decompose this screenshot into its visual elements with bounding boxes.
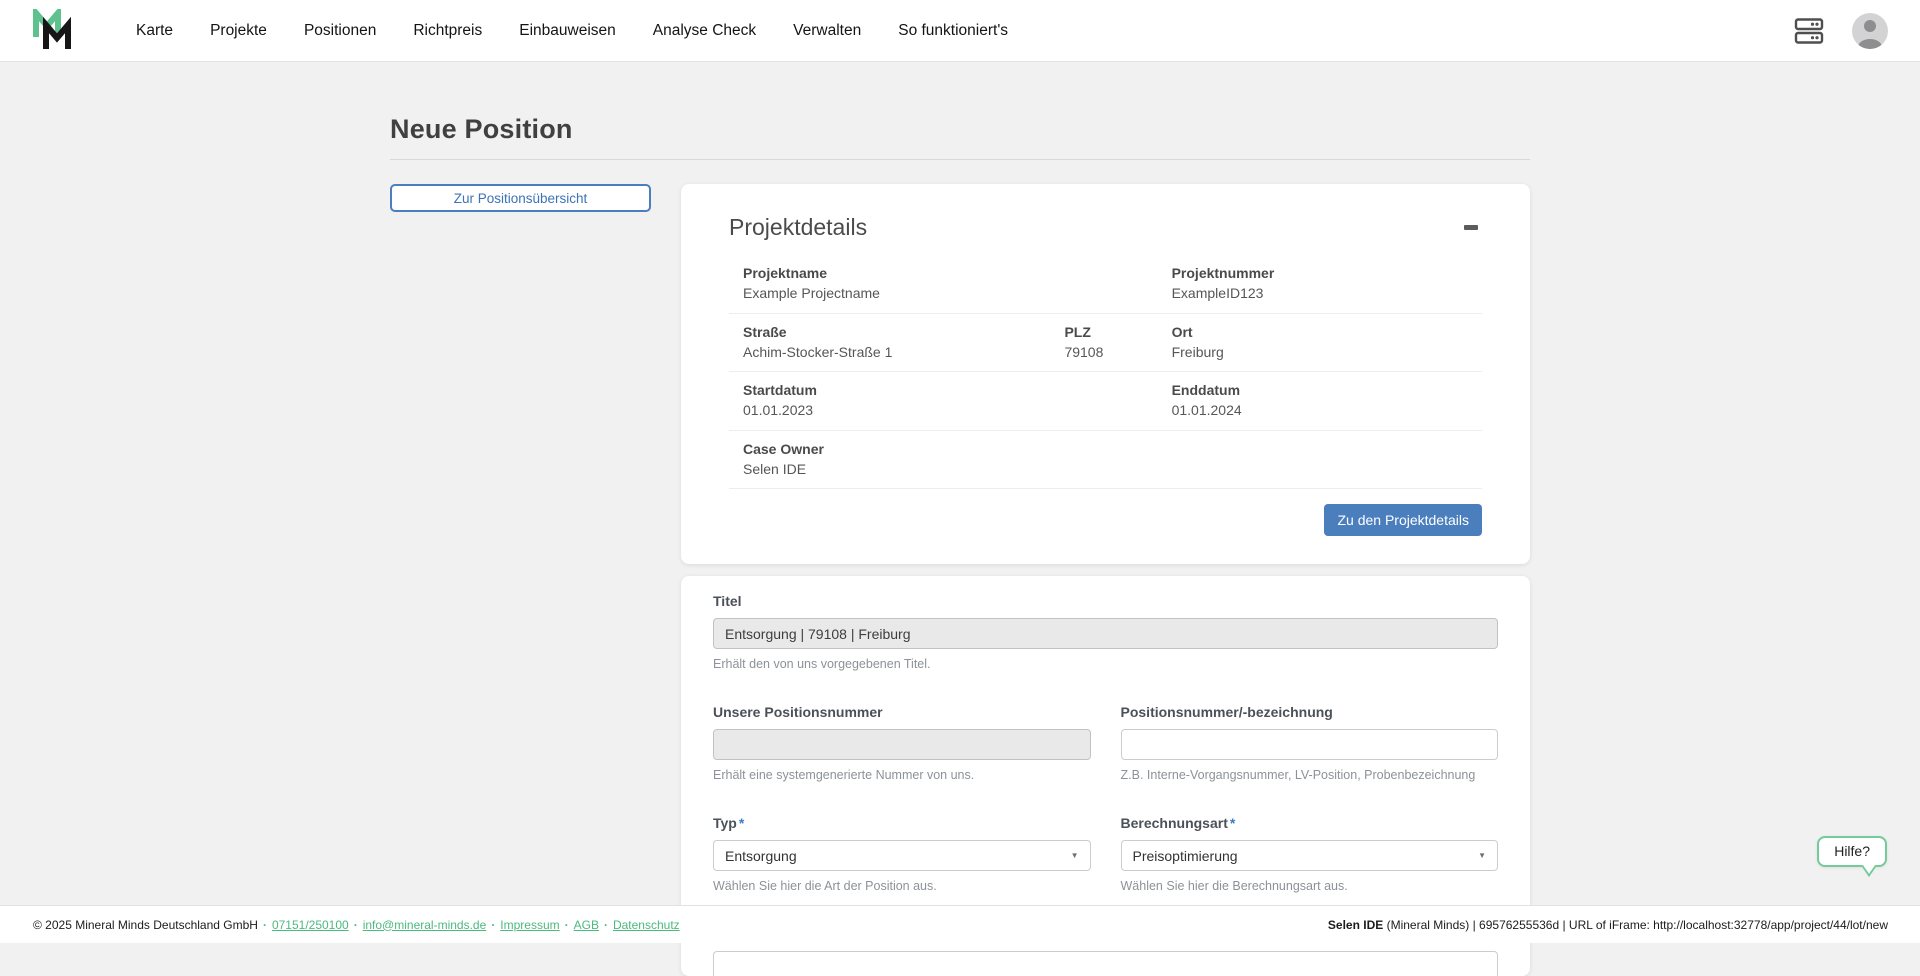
help-button[interactable]: Hilfe?: [1817, 836, 1887, 867]
avatar-body-icon: [1858, 39, 1882, 49]
berechnungsart-required-mark: *: [1230, 815, 1235, 831]
case-owner-label: Case Owner: [743, 439, 1064, 459]
main-area: Neue Position Zur Positionsübersicht Pro…: [0, 62, 1920, 943]
enddatum-label: Enddatum: [1172, 380, 1482, 400]
session-details: (Mineral Minds) | 69576255536d | URL of …: [1383, 918, 1888, 932]
enddatum-value: 01.01.2024: [1172, 400, 1482, 420]
plz-value: 79108: [1064, 342, 1171, 362]
typ-label-text: Typ: [713, 815, 737, 831]
collapse-card-button[interactable]: [1460, 220, 1482, 236]
strasse-value: Achim-Stocker-Straße 1: [743, 342, 1064, 362]
server-icon[interactable]: [1794, 16, 1824, 46]
avatar-head-icon: [1864, 20, 1876, 32]
typ-required-mark: *: [739, 815, 744, 831]
nav-item-verwalten[interactable]: Verwalten: [793, 22, 861, 40]
position-number-input[interactable]: [1121, 729, 1499, 760]
nav-item-analyse-check[interactable]: Analyse Check: [653, 22, 756, 40]
startdatum-value: 01.01.2023: [743, 400, 1064, 420]
agb-link[interactable]: AGB: [574, 918, 599, 932]
typ-label: Typ*: [713, 815, 1091, 831]
footer-separator: ·: [263, 918, 267, 932]
nav-item-richtpreis[interactable]: Richtpreis: [413, 22, 482, 40]
startdatum-label: Startdatum: [743, 380, 1064, 400]
berechnungsart-select-value: Preisoptimierung: [1133, 848, 1238, 864]
titel-group: Titel Erhält den von uns vorgegebenen Ti…: [713, 593, 1498, 671]
project-row-dates: Startdatum 01.01.2023 Enddatum 01.01.202…: [729, 372, 1482, 431]
page-title: Neue Position: [390, 114, 1530, 145]
case-owner-value: Selen IDE: [743, 459, 1064, 479]
nav-item-karte[interactable]: Karte: [136, 22, 173, 40]
typ-group: Typ* Entsorgung ▼ Wählen Sie hier die Ar…: [713, 815, 1091, 893]
ort-value: Freiburg: [1172, 342, 1482, 362]
ort-label: Ort: [1172, 322, 1482, 342]
page-footer: © 2025 Mineral Minds Deutschland GmbH · …: [0, 905, 1920, 943]
chevron-down-icon: ▼: [1478, 851, 1486, 860]
titel-input: [713, 618, 1498, 649]
position-number-helper-text: Z.B. Interne-Vorgangsnummer, LV-Position…: [1121, 768, 1499, 782]
top-navbar: Karte Projekte Positionen Richtpreis Ein…: [0, 0, 1920, 62]
footer-separator: ·: [565, 918, 569, 932]
projektname-value: Example Projectname: [743, 283, 1064, 303]
minus-icon: [1464, 225, 1478, 230]
berechnungsart-helper-text: Wählen Sie hier die Berechnungsart aus.: [1121, 879, 1499, 893]
main-menu: Karte Projekte Positionen Richtpreis Ein…: [136, 22, 1794, 40]
datenschutz-link[interactable]: Datenschutz: [613, 918, 680, 932]
our-position-number-group: Unsere Positionsnummer Erhält eine syste…: [713, 704, 1091, 782]
nav-item-einbauweisen[interactable]: Einbauweisen: [519, 22, 616, 40]
project-row-address: Straße Achim-Stocker-Straße 1 PLZ 79108 …: [729, 314, 1482, 373]
mineral-minds-logo-icon[interactable]: [32, 9, 78, 53]
help-button-label: Hilfe?: [1834, 843, 1870, 859]
project-details-card: Projektdetails Projektname Example Proje…: [681, 184, 1530, 564]
navbar-right-actions: [1794, 13, 1888, 49]
our-position-number-input: [713, 729, 1091, 760]
case-manager-input[interactable]: [713, 951, 1498, 976]
phone-link[interactable]: 07151/250100: [272, 918, 349, 932]
project-card-title: Projektdetails: [729, 214, 867, 241]
strasse-label: Straße: [743, 322, 1064, 342]
titel-helper-text: Erhält den von uns vorgegebenen Titel.: [713, 657, 1498, 671]
session-info: Selen IDE (Mineral Minds) | 69576255536d…: [1328, 918, 1888, 932]
footer-separator: ·: [604, 918, 608, 932]
plz-label: PLZ: [1064, 322, 1171, 342]
typ-select-value: Entsorgung: [725, 848, 797, 864]
nav-item-so-funktionierts[interactable]: So funktioniert's: [898, 22, 1008, 40]
project-row-case-owner: Case Owner Selen IDE: [729, 431, 1482, 490]
position-number-label: Positionsnummer/-bezeichnung: [1121, 704, 1499, 720]
impressum-link[interactable]: Impressum: [500, 918, 559, 932]
typ-helper-text: Wählen Sie hier die Art der Position aus…: [713, 879, 1091, 893]
projektnummer-value: ExampleID123: [1172, 283, 1482, 303]
title-divider: [390, 159, 1530, 160]
typ-select[interactable]: Entsorgung ▼: [713, 840, 1091, 871]
chevron-down-icon: ▼: [1071, 851, 1079, 860]
projektname-label: Projektname: [743, 263, 1064, 283]
project-row-name-number: Projektname Example Projectname Projektn…: [729, 255, 1482, 314]
copyright-text: © 2025 Mineral Minds Deutschland GmbH: [33, 918, 258, 932]
position-number-group: Positionsnummer/-bezeichnung Z.B. Intern…: [1121, 704, 1499, 782]
email-link[interactable]: info@mineral-minds.de: [363, 918, 487, 932]
back-to-positions-button[interactable]: Zur Positionsübersicht: [390, 184, 651, 212]
titel-label: Titel: [713, 593, 1498, 609]
berechnungsart-select[interactable]: Preisoptimierung ▼: [1121, 840, 1499, 871]
berechnungsart-label-text: Berechnungsart: [1121, 815, 1228, 831]
berechnungsart-group: Berechnungsart* Preisoptimierung ▼ Wähle…: [1121, 815, 1499, 893]
nav-item-positionen[interactable]: Positionen: [304, 22, 376, 40]
user-avatar[interactable]: [1852, 13, 1888, 49]
our-position-number-label: Unsere Positionsnummer: [713, 704, 1091, 720]
footer-separator: ·: [491, 918, 495, 932]
berechnungsart-label: Berechnungsart*: [1121, 815, 1499, 831]
nav-item-projekte[interactable]: Projekte: [210, 22, 267, 40]
session-user: Selen IDE: [1328, 918, 1383, 932]
our-position-number-helper-text: Erhält eine systemgenerierte Nummer von …: [713, 768, 1091, 782]
projektnummer-label: Projektnummer: [1172, 263, 1482, 283]
footer-separator: ·: [354, 918, 358, 932]
go-to-project-details-button[interactable]: Zu den Projektdetails: [1324, 504, 1482, 536]
